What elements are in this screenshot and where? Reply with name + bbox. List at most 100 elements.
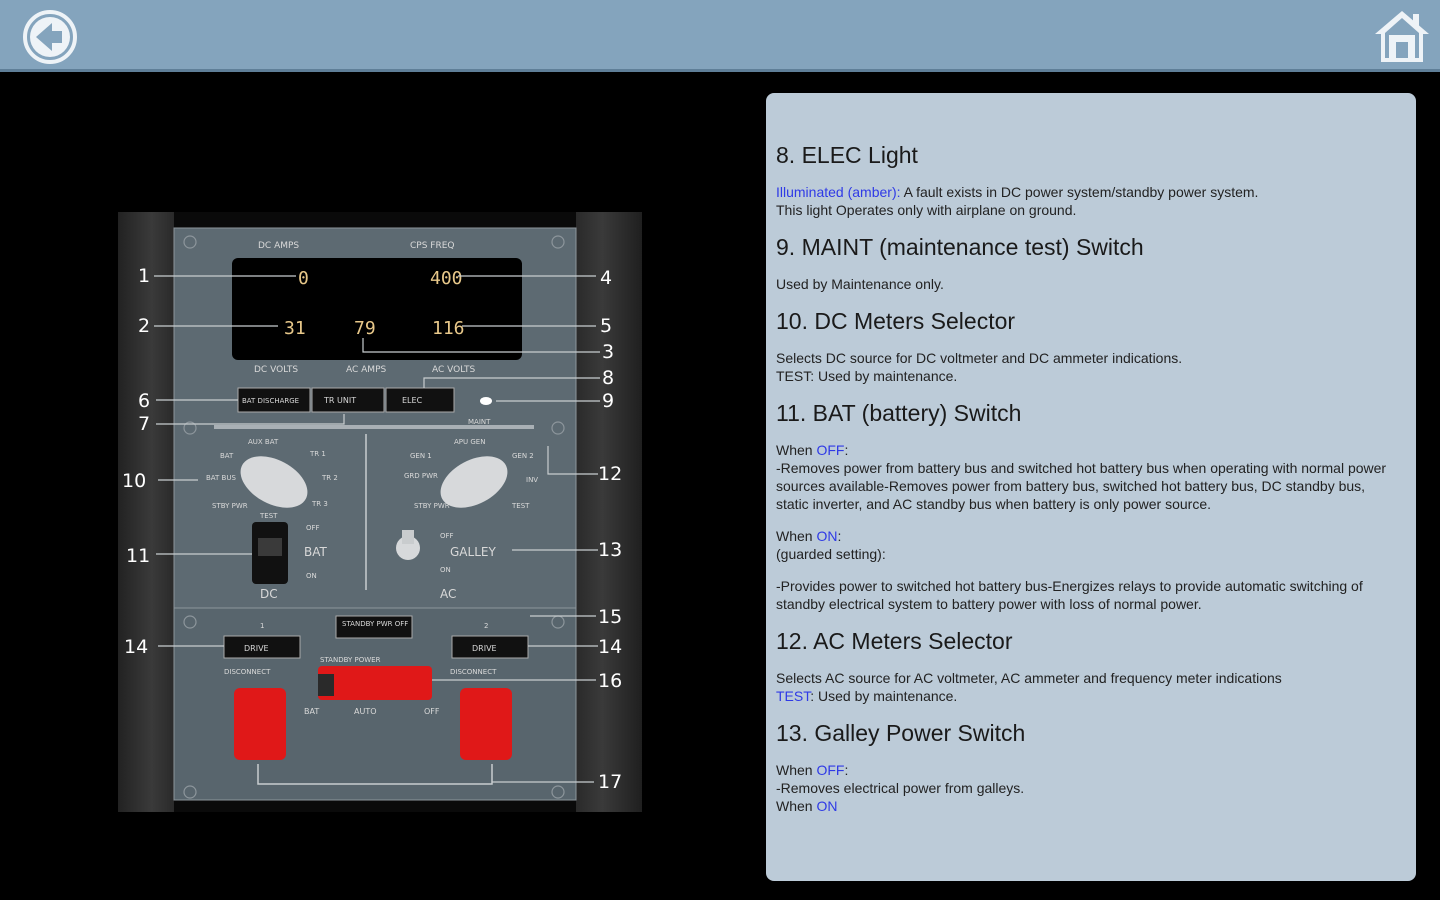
text-span: When xyxy=(776,528,817,544)
label-bat-on: ON xyxy=(306,572,317,580)
light-elec: ELEC xyxy=(402,396,423,405)
maint-switch[interactable] xyxy=(480,397,492,405)
callout-8: 8 xyxy=(602,367,614,389)
label-apu-gen: APU GEN xyxy=(454,438,485,446)
back-arrow-icon[interactable] xyxy=(22,9,78,65)
label-galley-on: ON xyxy=(440,566,451,574)
label-tr1: TR 1 xyxy=(309,450,326,458)
section-title: 9. MAINT (maintenance test) Switch xyxy=(776,234,1144,260)
text-span: : xyxy=(844,762,849,778)
label-aux-bat: AUX BAT xyxy=(248,438,279,446)
light-tr-unit: TR UNIT xyxy=(323,396,356,405)
light-bat-discharge: BAT DISCHARGE xyxy=(242,397,299,405)
callout-15: 15 xyxy=(598,606,622,628)
label-bat-bus: BAT BUS xyxy=(206,474,236,482)
callout-2: 2 xyxy=(138,315,150,337)
text-span: : xyxy=(844,442,849,458)
section-title: 11. BAT (battery) Switch xyxy=(776,400,1022,426)
label-grd-pwr: GRD PWR xyxy=(404,472,438,480)
label-standby-auto: AUTO xyxy=(354,707,377,716)
label-gen-2: 2 xyxy=(484,622,488,630)
gen-1-disconnect-guard[interactable] xyxy=(234,688,286,760)
text-span: -Removes electrical power from galleys. xyxy=(776,780,1025,796)
label-standby-power: STANDBY POWER xyxy=(320,656,381,664)
keyword: TEST xyxy=(776,688,811,704)
meter-display xyxy=(232,258,522,360)
section-11: 11. BAT (battery) Switch When OFF: -Remov… xyxy=(776,399,1396,613)
info-panel[interactable]: 8. ELEC Light Illuminated (amber): A fau… xyxy=(766,93,1416,881)
callout-14-right: 14 xyxy=(598,636,622,658)
section-text: Selects AC source for AC voltmeter, AC a… xyxy=(776,669,1396,705)
text-span: -Removes power from battery bus and swit… xyxy=(776,460,1387,512)
gen-2-disconnect-guard[interactable] xyxy=(460,688,512,760)
label-stby-pwr-dc: STBY PWR xyxy=(212,502,248,510)
callout-1: 1 xyxy=(138,265,150,287)
home-icon[interactable] xyxy=(1372,8,1432,66)
light-drive-1: DRIVE xyxy=(244,644,269,653)
label-bat: BAT xyxy=(304,545,328,559)
section-title: 13. Galley Power Switch xyxy=(776,720,1026,746)
label-ac-volts: AC VOLTS xyxy=(432,365,475,375)
text-span: When xyxy=(776,762,817,778)
callout-5: 5 xyxy=(600,315,612,337)
label-tr2: TR 2 xyxy=(321,474,338,482)
label-test-ac: TEST xyxy=(511,502,530,510)
label-gen2: GEN 2 xyxy=(512,452,534,460)
text-span: TEST: Used by maintenance. xyxy=(776,368,958,384)
standby-power-switch-guard[interactable] xyxy=(318,666,432,700)
label-galley-off: OFF xyxy=(440,532,454,540)
label-ac: AC xyxy=(440,587,456,601)
text-span: : Used by maintenance. xyxy=(810,688,958,704)
callout-6: 6 xyxy=(138,390,150,412)
callout-13: 13 xyxy=(598,539,622,561)
display-ac-volts: 116 xyxy=(432,318,465,339)
display-cps-freq: 400 xyxy=(430,268,463,289)
label-dc-volts: DC VOLTS xyxy=(254,365,298,375)
keyword: ON xyxy=(816,798,838,814)
label-dc-amps: DC AMPS xyxy=(258,241,299,251)
callout-11: 11 xyxy=(126,545,150,567)
section-text: When OFF: -Removes power from battery bus… xyxy=(776,441,1396,513)
label-inv: INV xyxy=(526,476,538,484)
label-maint: MAINT xyxy=(468,418,491,426)
section-8: 8. ELEC Light Illuminated (amber): A fau… xyxy=(776,141,1396,219)
text-span: When xyxy=(776,442,817,458)
label-test-dc: TEST xyxy=(259,512,278,520)
keyword: OFF xyxy=(816,442,845,458)
label-standby-bat: BAT xyxy=(304,707,319,716)
keyword: OFF xyxy=(816,762,845,778)
section-12: 12. AC Meters Selector Selects AC source… xyxy=(776,627,1396,705)
section-text: When OFF: -Removes electrical power from … xyxy=(776,761,1396,815)
text-span: This light Operates only with airplane o… xyxy=(776,202,1077,218)
light-drive-2: DRIVE xyxy=(472,644,497,653)
section-10: 10. DC Meters Selector Selects DC source… xyxy=(776,307,1396,385)
callout-17: 17 xyxy=(598,771,622,793)
section-title: 8. ELEC Light xyxy=(776,142,918,168)
keyword: ON xyxy=(816,528,838,544)
section-title: 10. DC Meters Selector xyxy=(776,308,1016,334)
label-galley: GALLEY xyxy=(450,545,496,559)
text-span: Selects AC source for AC voltmeter, AC a… xyxy=(776,670,1282,686)
label-tr3: TR 3 xyxy=(311,500,328,508)
callout-3: 3 xyxy=(602,341,614,363)
callout-12: 12 xyxy=(598,463,622,485)
section-text: -Provides power to switched hot battery … xyxy=(776,578,1363,612)
section-text: Illuminated (amber): A fault exists in D… xyxy=(776,183,1396,219)
light-standby-pwr-off: STANDBY PWR OFF xyxy=(342,620,408,628)
callout-16: 16 xyxy=(598,670,622,692)
callout-10: 10 xyxy=(122,470,146,492)
label-cps-freq: CPS FREQ xyxy=(410,241,455,251)
text-span: (guarded setting): xyxy=(776,546,886,562)
label-ac-amps: AC AMPS xyxy=(346,365,386,375)
label-bat-sel: BAT xyxy=(220,452,234,460)
label-disconnect-1: DISCONNECT xyxy=(224,668,271,676)
section-9: 9. MAINT (maintenance test) Switch Used … xyxy=(776,233,1396,293)
callout-14-left: 14 xyxy=(124,636,148,658)
callout-9: 9 xyxy=(602,390,614,412)
section-text: When ON: (guarded setting): xyxy=(776,527,1396,563)
section-title: 12. AC Meters Selector xyxy=(776,628,1013,654)
keyword: Illuminated (amber): xyxy=(776,184,901,200)
label-dc: DC xyxy=(260,587,278,601)
text-span: A fault exists in DC power system/standb… xyxy=(900,184,1259,200)
top-bar xyxy=(0,0,1440,72)
